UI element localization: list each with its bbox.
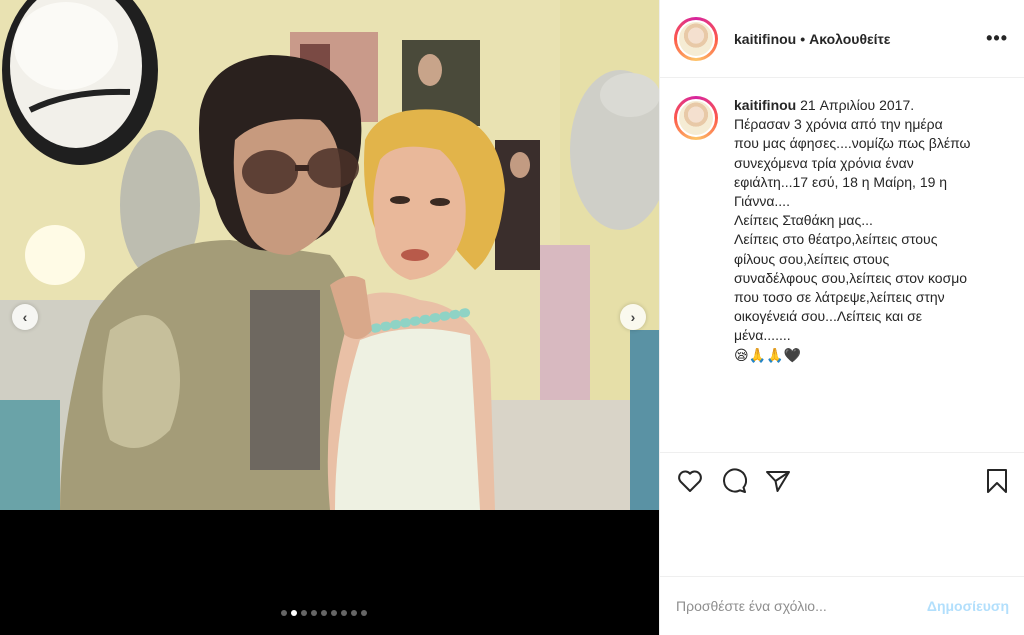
bookmark-icon[interactable] [983, 467, 1011, 495]
carousel-indicator [281, 610, 367, 616]
chevron-right-icon: › [630, 309, 636, 325]
caption-line: εφιάλτη...17 εσύ, 18 η Μαίρη, 19 η [734, 173, 948, 190]
caption-story-ring[interactable] [674, 96, 718, 140]
instagram-post-window: ‹ › kaitifinou • Ακολουθείτε ••• kaitifi… [0, 0, 1024, 635]
post-comment-button[interactable]: Δημοσίευση [927, 598, 1009, 614]
post-caption: kaitifinou 21 Απριλίου 2017. Πέρασαν 3 χ… [674, 96, 1014, 365]
heart-icon[interactable] [676, 467, 704, 495]
caption-line: Γιάννα.... [734, 193, 790, 210]
caption-line: συνεχόμενα τρία χρόνια έναν [734, 154, 914, 171]
carousel-dot [301, 610, 307, 616]
following-button[interactable]: Ακολουθείτε [809, 31, 890, 47]
caption-line: μένα....... [734, 327, 791, 344]
post-header: kaitifinou • Ακολουθείτε ••• [660, 0, 1024, 78]
carousel-dot [351, 610, 357, 616]
caption-line: που μας άφησες....νομίζω πως βλέπω [734, 135, 971, 152]
comment-bar: Δημοσίευση [660, 576, 1024, 635]
carousel-dot [341, 610, 347, 616]
caption-line: Πέρασαν 3 χρόνια από την ημέρα [734, 116, 943, 133]
carousel-next-button[interactable]: › [620, 304, 646, 330]
comment-icon[interactable] [720, 467, 748, 495]
caption-line: συναδέλφους σου,λείπεις στον κοσμο [734, 269, 968, 286]
caption-username[interactable]: kaitifinou [734, 97, 796, 113]
caption-line: Λείπεις στο θέατρο,λείπεις στους [734, 231, 938, 248]
share-icon[interactable] [764, 467, 792, 495]
header-separator: • [800, 30, 806, 47]
story-ring[interactable] [674, 16, 718, 61]
chevron-left-icon: ‹ [22, 309, 28, 325]
caption-line: Λείπεις Σταθάκη μας... [734, 212, 873, 229]
carousel-dot [331, 610, 337, 616]
post-media: ‹ › [0, 0, 659, 635]
caption-line: φίλους σου,λείπεις στους [734, 250, 890, 267]
carousel-dot [291, 610, 297, 616]
post-side-panel: kaitifinou • Ακολουθείτε ••• kaitifinou … [659, 0, 1024, 635]
caption-line: 21 Απριλίου 2017. [800, 97, 915, 113]
more-options-icon[interactable]: ••• [986, 28, 1008, 49]
carousel-dot [361, 610, 367, 616]
post-actions [660, 452, 1024, 508]
media-letterbox [0, 510, 659, 635]
carousel-prev-button[interactable]: ‹ [12, 304, 38, 330]
avatar [677, 19, 715, 58]
caption-text: kaitifinou 21 Απριλίου 2017. Πέρασαν 3 χ… [734, 96, 1004, 365]
carousel-dot [281, 610, 287, 616]
carousel-dot [321, 610, 327, 616]
header-username[interactable]: kaitifinou [734, 31, 796, 47]
caption-line: οικογένειά σου...Λείπεις και σε [734, 308, 922, 325]
caption-avatar [677, 99, 715, 137]
carousel-dot [311, 610, 317, 616]
caption-line: που τοσο σε λάτρεψε,λείπεις στην [734, 289, 945, 306]
caption-emoji-line: 😪🙏🙏🖤 [734, 346, 801, 363]
post-photo [0, 0, 659, 510]
comment-input[interactable] [676, 598, 927, 614]
